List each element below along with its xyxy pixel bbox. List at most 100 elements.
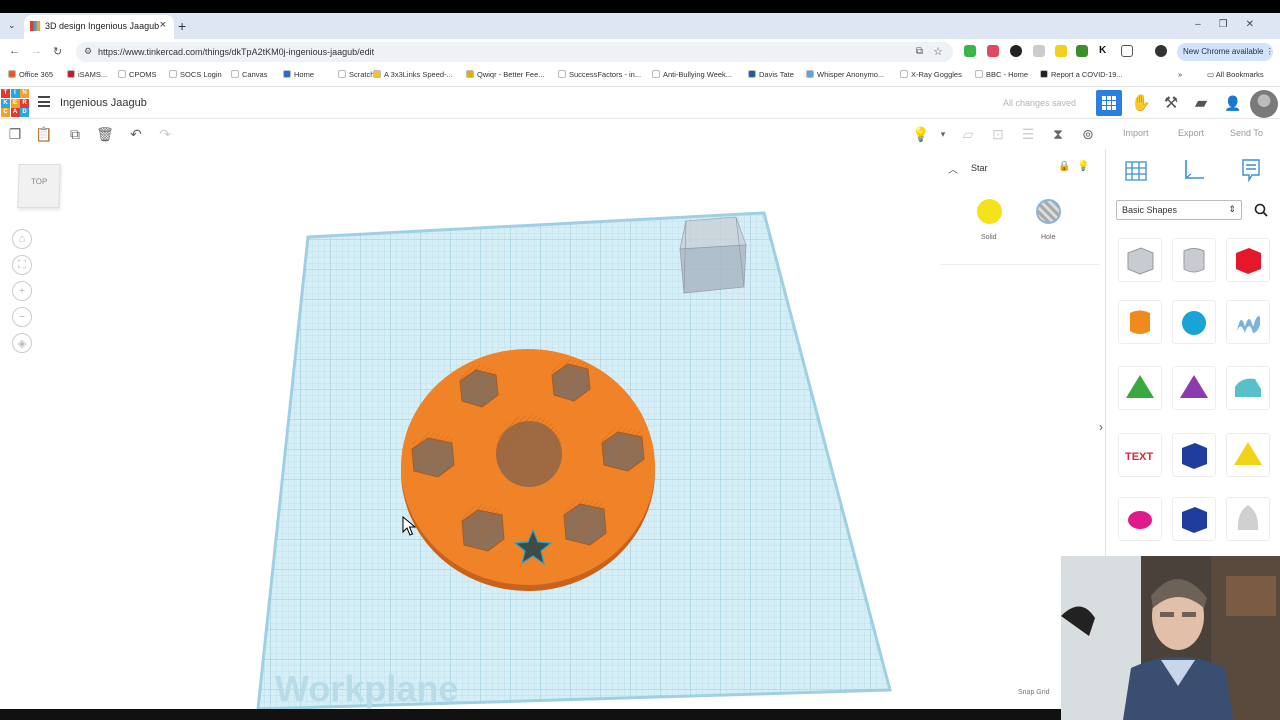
shape-wedge[interactable] [1172,433,1216,477]
undo-icon[interactable]: ↶ [127,125,145,143]
profile-icon[interactable] [1155,45,1167,57]
export-button[interactable]: Export [1178,128,1204,138]
tab-search-chevron-icon[interactable]: ⌄ [8,20,16,31]
bookmark-item[interactable]: Whisper Anonymo... [806,70,884,79]
solid-color-swatch[interactable] [977,199,1002,224]
bookmark-item[interactable]: Qwiqr - Better Fee... [466,70,545,79]
bookmark-item[interactable]: X-Ray Goggles [900,70,962,79]
bookmark-item[interactable]: Davis Tate [748,70,794,79]
extensions-puzzle-icon[interactable] [1121,45,1133,57]
bookmark-item[interactable]: Home [283,70,314,79]
shape-cylinder-hole[interactable] [1172,238,1216,282]
group-icon[interactable]: ⊡ [989,125,1007,143]
tab-active[interactable]: 3D design Ingenious Jaagub × [24,15,174,39]
panel-expand-chevron-icon[interactable]: › [1099,420,1103,434]
lightbulb-icon[interactable]: 💡 [1077,161,1089,172]
paste-icon[interactable]: 📋 [35,125,53,143]
window-controls[interactable]: –❐✕ [1195,19,1272,30]
shape-sphere[interactable] [1172,300,1216,344]
shape-half-sphere[interactable] [1118,497,1162,541]
shape-round-roof[interactable] [1226,366,1270,410]
shape-paraboloid[interactable] [1226,497,1270,541]
install-app-icon[interactable]: ⧉ [916,46,923,57]
snap-grid-label[interactable]: Snap Grid [1018,689,1050,696]
duplicate-icon[interactable]: ⧉ [66,125,84,143]
extension-icon[interactable] [1076,45,1088,57]
delete-icon[interactable]: 🗑 [96,125,114,143]
copy-icon[interactable]: ❐ [6,125,24,143]
bookmark-item[interactable]: Office 365 [8,70,53,79]
bookmarks-overflow-icon[interactable]: » [1178,70,1182,79]
shape-box-hole[interactable] [1118,238,1162,282]
bookmark-item[interactable]: A 3x3Links Speed-... [373,70,453,79]
collapse-chevron-icon[interactable]: ︿ [948,161,958,176]
chevron-down-icon[interactable]: ▾ [934,125,952,143]
bookmark-item[interactable]: iSAMS... [67,70,107,79]
hole-box[interactable] [679,216,747,294]
bookmark-label: Office 365 [19,70,54,79]
ruler-icon[interactable] [1181,157,1207,183]
add-user-icon[interactable]: 👤 [1220,90,1246,116]
tinkercad-logo[interactable]: TIN KER CAD [1,89,29,117]
project-title[interactable]: Ingenious Jaagub [60,97,147,109]
shape-cylinder[interactable] [1118,300,1162,344]
shape-pyramid[interactable] [1226,433,1270,477]
bricks-icon[interactable]: ⚒ [1158,90,1184,116]
search-icon[interactable] [1252,201,1270,219]
extension-icon[interactable] [1033,45,1045,57]
bookmark-item[interactable]: Scratch [338,70,374,79]
url-text: https://www.tinkercad.com/things/dkTpA2t… [98,47,375,57]
extension-icon[interactable] [1055,45,1067,57]
roof-icon [1126,375,1154,398]
send-to-button[interactable]: Send To [1230,128,1263,138]
bookmark-item[interactable]: Report a COVID-19... [1040,70,1123,79]
redo-icon[interactable]: ↷ [156,125,174,143]
extension-icon[interactable] [1010,45,1022,57]
forward-icon[interactable]: → [31,45,42,57]
design-menu-icon[interactable] [38,96,50,107]
logo-letter: A [10,108,20,117]
k-extension-icon[interactable]: K [1099,45,1111,57]
bookmark-item[interactable]: Canvas [231,70,267,79]
lock-icon[interactable]: 🔒 [1058,161,1070,172]
pocket-icon[interactable] [987,45,999,57]
cruise-icon[interactable]: ⊚ [1079,125,1097,143]
mirror-icon[interactable]: ⧗ [1049,125,1067,143]
sim-lab-icon[interactable]: ▰ [1188,90,1214,116]
avatar[interactable] [1250,90,1278,118]
new-chrome-available-button[interactable]: New Chrome available ⋮ [1177,43,1274,61]
back-icon[interactable]: ← [9,45,20,57]
3d-view-button[interactable] [1096,90,1122,116]
bookmark-item[interactable]: Anti-Bullying Week... [652,70,732,79]
import-button[interactable]: Import [1123,128,1149,138]
shape-text[interactable]: TEXT [1118,433,1162,477]
bookmark-item[interactable]: SOCS Login [169,70,222,79]
hole-swatch[interactable] [1036,199,1061,224]
blocks-icon[interactable]: ✋ [1128,90,1154,116]
all-bookmarks-button[interactable]: ▭ All Bookmarks [1207,70,1264,79]
address-bar[interactable]: ⚙ https://www.tinkercad.com/things/dkTpA… [76,42,953,62]
align-icon[interactable]: ☰ [1019,125,1037,143]
bookmark-item[interactable]: BBC - Home [975,70,1028,79]
site-info-icon[interactable]: ⚙ [84,46,92,57]
shape-cone[interactable] [1172,366,1216,410]
logo-letter: R [20,98,29,108]
tab-close-icon[interactable]: × [160,19,166,31]
shape-roof[interactable] [1118,366,1162,410]
hole-label: Hole [1041,234,1056,241]
lightbulb-icon[interactable]: 💡 [912,125,930,143]
extension-icon[interactable] [964,45,976,57]
shape-box[interactable] [1226,238,1270,282]
bookmark-item[interactable]: SuccessFactors - in... [558,70,641,79]
note-icon[interactable]: ▱ [959,125,977,143]
notes-icon[interactable] [1238,157,1264,183]
shape-polygon[interactable] [1172,497,1216,541]
logo-letter: N [20,89,29,98]
workplane-icon[interactable] [1123,157,1149,183]
shape-category-select[interactable]: Basic Shapes ⇕ [1116,200,1242,220]
bookmark-item[interactable]: CPOMS [118,70,157,79]
new-tab-button[interactable]: + [178,18,186,34]
shape-scribble[interactable] [1226,300,1270,344]
bookmark-star-icon[interactable]: ☆ [933,45,943,58]
reload-icon[interactable]: ↻ [53,45,62,58]
